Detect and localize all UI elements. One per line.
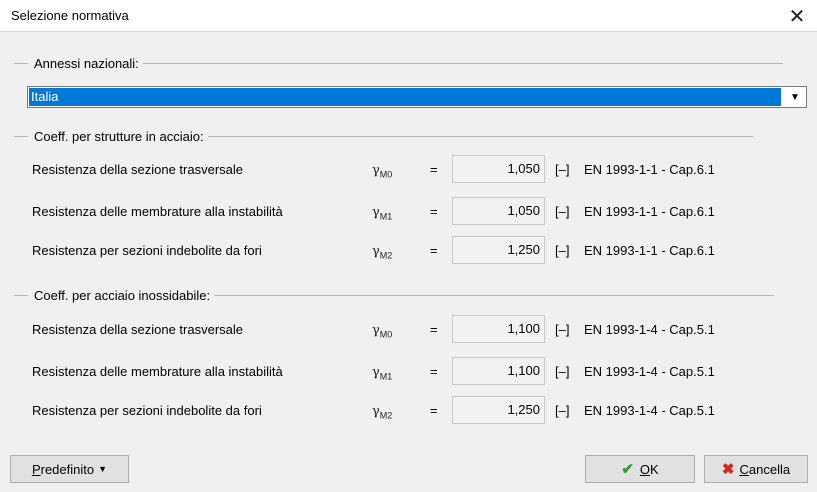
legend-line: [14, 294, 28, 296]
equals-sign: =: [430, 204, 438, 219]
coefficient-input[interactable]: 1,250: [452, 396, 545, 424]
legend-line: [142, 62, 783, 64]
row-label: Resistenza delle membrature alla instabi…: [32, 364, 283, 379]
coefficient-input[interactable]: 1,100: [452, 357, 545, 385]
gamma-symbol: γM2: [372, 244, 393, 261]
steel-group-legend: Coeff. per strutture in acciaio:: [14, 128, 753, 144]
coefficient-row: Resistenza per sezioni indebolite da for…: [0, 396, 817, 426]
legend-line: [207, 135, 753, 137]
cancel-button-label: Cancella: [739, 461, 791, 477]
row-label: Resistenza della sezione trasversale: [32, 322, 243, 337]
row-label: Resistenza delle membrature alla instabi…: [32, 204, 283, 219]
chevron-down-icon[interactable]: ▼: [788, 91, 802, 103]
legend-line: [214, 294, 775, 296]
check-icon: ✔: [621, 461, 634, 478]
triangle-down-icon: ▼: [98, 464, 108, 474]
unit-label: [–]: [555, 322, 570, 337]
gamma-symbol: γM0: [372, 323, 393, 340]
stainless-legend-label: Coeff. per acciaio inossidabile:: [34, 287, 211, 303]
gamma-symbol: γM0: [372, 163, 393, 180]
norm-reference: EN 1993-1-1 - Cap.6.1: [584, 243, 715, 258]
norm-reference: EN 1993-1-4 - Cap.5.1: [584, 403, 715, 418]
gamma-symbol: γM1: [372, 365, 393, 382]
close-icon[interactable]: ✕: [783, 2, 811, 30]
default-button[interactable]: Predefinito ▼: [10, 455, 129, 483]
title-bar: Selezione normativa ✕: [0, 0, 817, 32]
annex-legend-label: Annessi nazionali:: [34, 55, 139, 71]
coefficient-input[interactable]: 1,050: [452, 197, 545, 225]
national-annex-value: Italia: [29, 88, 781, 106]
gamma-symbol: γM1: [372, 205, 393, 222]
row-label: Resistenza per sezioni indebolite da for…: [32, 403, 262, 418]
legend-line: [14, 62, 28, 64]
stainless-group-legend: Coeff. per acciaio inossidabile:: [14, 287, 775, 303]
gamma-symbol: γM2: [372, 404, 393, 421]
window-title: Selezione normativa: [11, 8, 129, 23]
ok-button[interactable]: ✔ OK: [585, 455, 695, 483]
norm-reference: EN 1993-1-1 - Cap.6.1: [584, 204, 715, 219]
equals-sign: =: [430, 162, 438, 177]
default-button-label: Predefinito: [31, 461, 95, 477]
cancel-button[interactable]: ✖ Cancella: [704, 455, 808, 483]
coefficient-input[interactable]: 1,050: [452, 155, 545, 183]
unit-label: [–]: [555, 403, 570, 418]
coefficient-row: Resistenza delle membrature alla instabi…: [0, 357, 817, 387]
equals-sign: =: [430, 364, 438, 379]
coefficient-input[interactable]: 1,100: [452, 315, 545, 343]
unit-label: [–]: [555, 204, 570, 219]
ok-button-label: OK: [639, 461, 659, 477]
legend-line: [14, 135, 28, 137]
row-label: Resistenza della sezione trasversale: [32, 162, 243, 177]
equals-sign: =: [430, 243, 438, 258]
coefficient-row: Resistenza per sezioni indebolite da for…: [0, 236, 817, 266]
unit-label: [–]: [555, 364, 570, 379]
national-annex-select[interactable]: Italia ▼: [27, 86, 807, 108]
coefficient-row: Resistenza delle membrature alla instabi…: [0, 197, 817, 227]
coefficient-row: Resistenza della sezione trasversale γM0…: [0, 315, 817, 345]
norm-reference: EN 1993-1-4 - Cap.5.1: [584, 322, 715, 337]
unit-label: [–]: [555, 162, 570, 177]
steel-legend-label: Coeff. per strutture in acciaio:: [34, 128, 204, 144]
coefficient-input[interactable]: 1,250: [452, 236, 545, 264]
equals-sign: =: [430, 322, 438, 337]
annex-group-legend: Annessi nazionali:: [14, 55, 783, 71]
norm-reference: EN 1993-1-1 - Cap.6.1: [584, 162, 715, 177]
equals-sign: =: [430, 403, 438, 418]
x-icon: ✖: [721, 461, 735, 478]
unit-label: [–]: [555, 243, 570, 258]
norm-reference: EN 1993-1-4 - Cap.5.1: [584, 364, 715, 379]
row-label: Resistenza per sezioni indebolite da for…: [32, 243, 262, 258]
coefficient-row: Resistenza della sezione trasversale γM0…: [0, 155, 817, 185]
